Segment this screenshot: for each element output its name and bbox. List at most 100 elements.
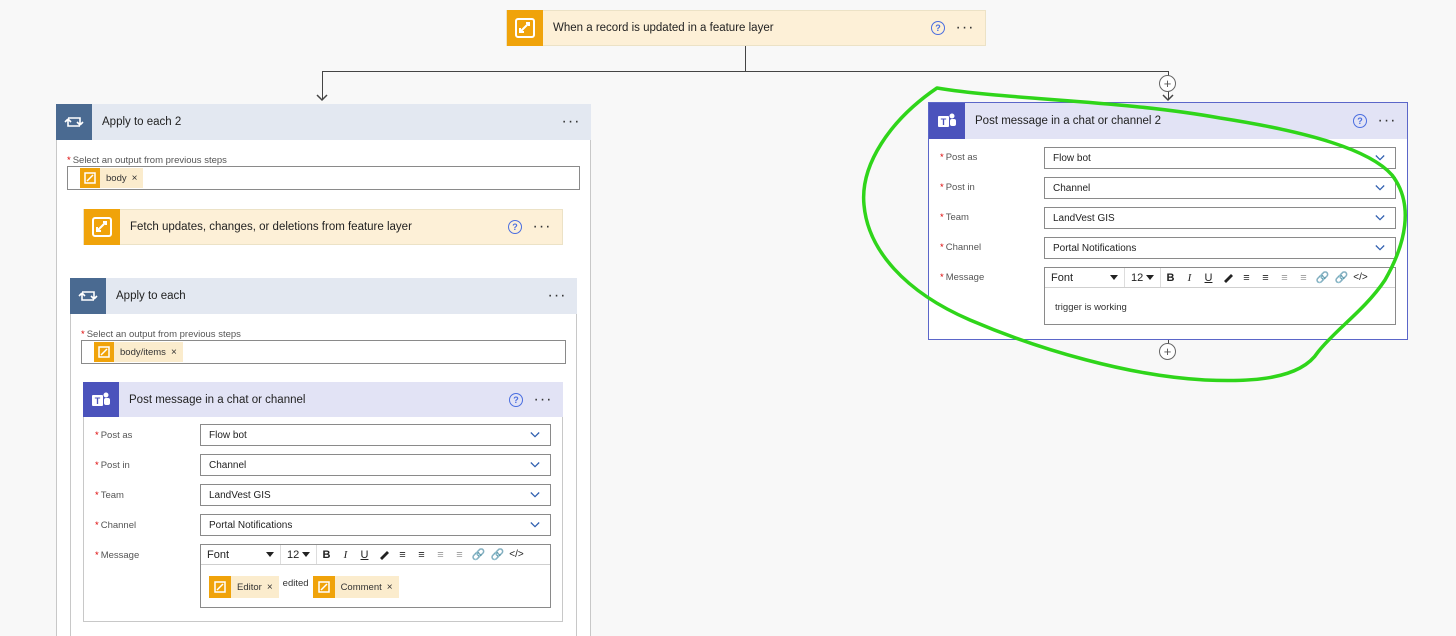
numbered-list-icon[interactable]: ≡: [412, 545, 431, 564]
post-message-2-title: Post message in a chat or channel 2: [975, 115, 1162, 127]
add-step-button[interactable]: +: [1159, 75, 1176, 92]
font-select[interactable]: Font: [1045, 268, 1125, 287]
post-message-header[interactable]: T Post message in a chat or channel ? ··…: [83, 382, 563, 417]
apply-each-title: Apply to each: [116, 290, 186, 302]
bullet-list-icon[interactable]: ≡: [393, 545, 412, 564]
outdent-icon[interactable]: ≡: [1275, 268, 1294, 287]
chevron-down-icon: [530, 462, 540, 468]
more-options-button[interactable]: ···: [522, 219, 562, 235]
team-label: * Team: [95, 490, 124, 501]
message-editor[interactable]: Font 12 B I U ≡ ≡ ≡ ≡ 🔗 🔗 </> trigger is…: [1044, 267, 1396, 325]
team-dropdown[interactable]: LandVest GIS: [200, 484, 551, 506]
numbered-list-icon[interactable]: ≡: [1256, 268, 1275, 287]
message-editor[interactable]: Font 12 B I U ≡ ≡ ≡ ≡ 🔗 🔗 </> Editor × ed…: [200, 544, 551, 608]
post-in-label: * Post in: [95, 460, 130, 471]
message-text: edited: [282, 578, 309, 589]
token-label: body: [106, 172, 127, 184]
post-in-dropdown[interactable]: Channel: [1044, 177, 1396, 199]
channel-dropdown[interactable]: Portal Notifications: [1044, 237, 1396, 259]
font-select[interactable]: Font: [201, 545, 281, 564]
editor-toolbar: Font 12 B I U ≡ ≡ ≡ ≡ 🔗 🔗 </>: [1045, 268, 1395, 288]
remove-token-icon[interactable]: ×: [171, 347, 177, 358]
editor-toolbar: Font 12 B I U ≡ ≡ ≡ ≡ 🔗 🔗 </>: [201, 545, 550, 565]
chevron-down-icon: [1375, 245, 1385, 251]
post-message-2-header[interactable]: T Post message in a chat or channel 2 ? …: [929, 103, 1407, 139]
more-options-button[interactable]: ···: [945, 20, 985, 36]
post-as-dropdown[interactable]: Flow bot: [200, 424, 551, 446]
team-label: * Team: [940, 212, 969, 223]
token-label: Editor: [237, 581, 262, 593]
apply-each-header[interactable]: Apply to each ···: [70, 278, 577, 314]
channel-dropdown[interactable]: Portal Notifications: [200, 514, 551, 536]
teams-icon: T: [83, 382, 119, 417]
font-size-select[interactable]: 12: [281, 545, 317, 564]
fetch-card[interactable]: Fetch updates, changes, or deletions fro…: [83, 209, 563, 245]
arrow-down-icon: [316, 94, 328, 102]
trigger-card[interactable]: When a record is updated in a feature la…: [506, 10, 986, 46]
arrow-down-icon: [1162, 94, 1174, 102]
post-as-label: * Post as: [940, 152, 978, 163]
unlink-icon[interactable]: 🔗: [488, 545, 507, 564]
italic-icon[interactable]: I: [336, 545, 355, 564]
bold-icon[interactable]: B: [1161, 268, 1180, 287]
dynamic-token[interactable]: Editor ×: [209, 576, 279, 598]
feature-layer-icon: [507, 10, 543, 46]
remove-token-icon[interactable]: ×: [267, 582, 273, 593]
dynamic-token[interactable]: body ×: [80, 168, 144, 188]
post-as-label: * Post as: [95, 430, 133, 441]
feature-layer-icon: [80, 168, 100, 188]
svg-text:T: T: [941, 117, 947, 127]
underline-icon[interactable]: U: [355, 545, 374, 564]
message-label: * Message: [95, 550, 140, 561]
add-step-button[interactable]: +: [1159, 343, 1176, 360]
apply-each-2-title: Apply to each 2: [102, 116, 182, 128]
more-options-button[interactable]: ···: [523, 391, 563, 407]
underline-icon[interactable]: U: [1199, 268, 1218, 287]
dynamic-token[interactable]: body/items ×: [94, 342, 183, 362]
channel-label: * Channel: [95, 520, 137, 531]
help-icon[interactable]: ?: [1353, 114, 1367, 128]
apply-each-2-header[interactable]: Apply to each 2 ···: [56, 104, 591, 140]
message-content: Editor × edited Comment ×: [209, 576, 399, 598]
svg-text:T: T: [95, 396, 101, 406]
unlink-icon[interactable]: 🔗: [1332, 268, 1351, 287]
chevron-down-icon: [1375, 185, 1385, 191]
bullet-list-icon[interactable]: ≡: [1237, 268, 1256, 287]
bold-icon[interactable]: B: [317, 545, 336, 564]
italic-icon[interactable]: I: [1180, 268, 1199, 287]
help-icon[interactable]: ?: [508, 220, 522, 234]
more-options-button[interactable]: ···: [1367, 113, 1407, 129]
token-label: body/items: [120, 346, 166, 358]
outdent-icon[interactable]: ≡: [431, 545, 450, 564]
more-options-button[interactable]: ···: [537, 288, 577, 304]
code-view-icon[interactable]: </>: [507, 545, 526, 564]
highlight-icon[interactable]: [1218, 268, 1237, 287]
chevron-down-icon: [530, 522, 540, 528]
more-options-button[interactable]: ···: [551, 114, 591, 130]
indent-icon[interactable]: ≡: [1294, 268, 1313, 287]
font-size-select[interactable]: 12: [1125, 268, 1161, 287]
teams-icon: T: [929, 103, 965, 139]
post-in-dropdown[interactable]: Channel: [200, 454, 551, 476]
chevron-down-icon: [1375, 215, 1385, 221]
select-output-input[interactable]: body ×: [67, 166, 580, 190]
highlight-icon[interactable]: [374, 545, 393, 564]
remove-token-icon[interactable]: ×: [387, 582, 393, 593]
help-icon[interactable]: ?: [509, 392, 523, 407]
select-output-label: * Select an output from previous steps: [67, 155, 227, 166]
link-icon[interactable]: 🔗: [1313, 268, 1332, 287]
post-as-dropdown[interactable]: Flow bot: [1044, 147, 1396, 169]
message-text: trigger is working: [1055, 302, 1127, 313]
chevron-down-icon: [530, 492, 540, 498]
team-dropdown[interactable]: LandVest GIS: [1044, 207, 1396, 229]
indent-icon[interactable]: ≡: [450, 545, 469, 564]
select-output-input[interactable]: body/items ×: [81, 340, 566, 364]
help-icon[interactable]: ?: [931, 21, 945, 35]
link-icon[interactable]: 🔗: [469, 545, 488, 564]
dynamic-token[interactable]: Comment ×: [312, 576, 399, 598]
feature-layer-icon: [84, 209, 120, 245]
select-output-label: * Select an output from previous steps: [81, 329, 241, 340]
message-label: * Message: [940, 272, 985, 283]
remove-token-icon[interactable]: ×: [132, 173, 138, 184]
code-view-icon[interactable]: </>: [1351, 268, 1370, 287]
